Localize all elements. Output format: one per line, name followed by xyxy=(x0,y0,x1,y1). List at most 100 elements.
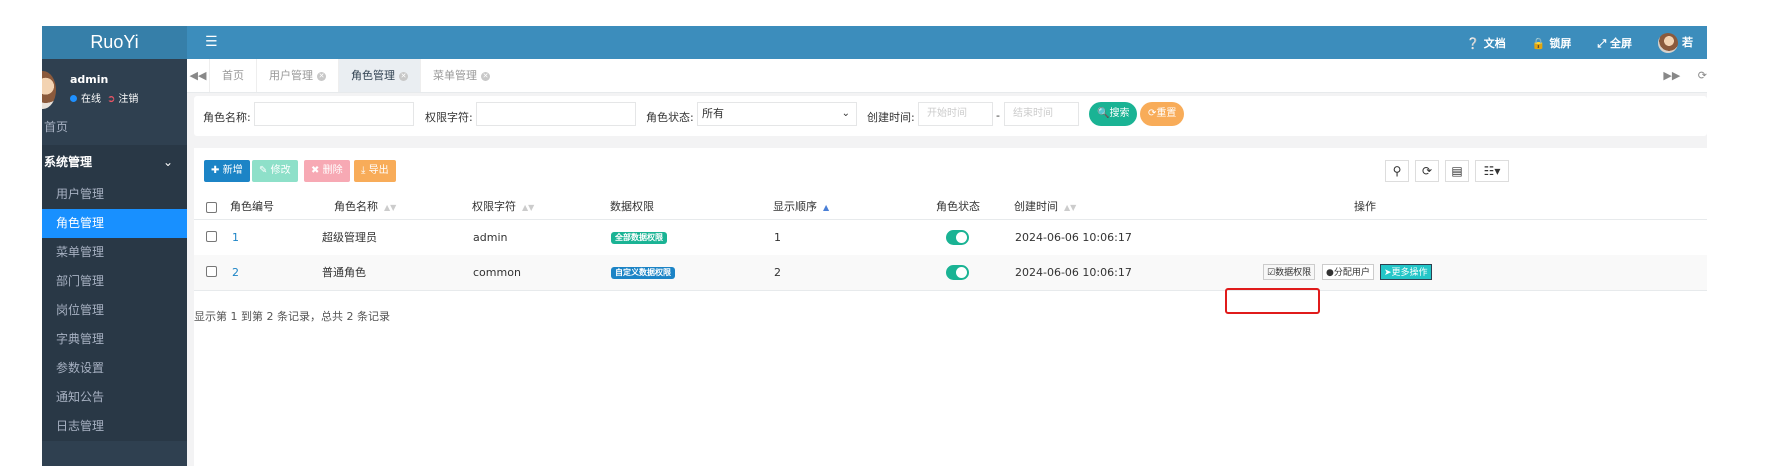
cell-role-id: 1 xyxy=(232,231,239,244)
sidebar-item-dicts[interactable]: 字典管理 xyxy=(42,325,187,354)
download-icon: ⤓ xyxy=(361,165,366,176)
sort-icon: ▲▼ xyxy=(384,203,397,212)
status-toggle[interactable] xyxy=(946,230,969,245)
cell-sort-order: 1 xyxy=(774,231,781,244)
tab-menus[interactable]: 菜单管理 ✕ xyxy=(420,59,502,92)
tab-home[interactable]: 首页 xyxy=(209,59,256,92)
start-date-input[interactable]: 开始时间 xyxy=(918,102,993,126)
cell-created: 2024-06-06 10:06:17 xyxy=(1015,266,1132,279)
tab-scroll-left-icon[interactable]: ◀◀ xyxy=(187,59,209,92)
user-panel: admin 在线 ➲ 注销 xyxy=(42,59,187,109)
close-icon[interactable]: ✕ xyxy=(317,71,326,81)
user-menu[interactable]: 若 xyxy=(1658,32,1693,53)
logout-icon: ➲ xyxy=(107,94,116,105)
columns-grid-icon[interactable]: ☷▾ xyxy=(1475,160,1509,182)
user-icon: ● xyxy=(1326,268,1334,278)
edit-button[interactable]: ✎ 修改 xyxy=(252,160,298,182)
cell-role-id: 2 xyxy=(232,266,239,279)
sidebar-item-logs[interactable]: 日志管理 xyxy=(42,412,187,441)
tab-users[interactable]: 用户管理 ✕ xyxy=(256,59,338,92)
table-row: 2 普通角色 common 自定义数据权限 2 2024-06-06 10:06… xyxy=(194,255,1707,291)
status-select-value: 所有 xyxy=(702,107,724,120)
more-actions-button[interactable]: ➤更多操作 xyxy=(1380,264,1432,280)
search-icon: 🔍 xyxy=(1097,108,1110,119)
row-checkbox[interactable] xyxy=(206,266,217,277)
sidebar: RuoYi admin 在线 ➲ 注销 首页 系统管理 ⌄ 用户管理 角色管理 菜单… xyxy=(42,26,187,466)
top-actions: ❔ 文档 🔒 锁屏 ⤢ 全屏 若 xyxy=(1466,26,1693,59)
sidebar-item-posts[interactable]: 岗位管理 xyxy=(42,296,187,325)
sort-icon: ▲▼ xyxy=(1064,203,1077,212)
col-role-key[interactable]: 权限字符 ▲▼ xyxy=(472,195,534,220)
delete-button[interactable]: ✖ 删除 xyxy=(304,160,350,182)
reset-button[interactable]: ⟳重置 xyxy=(1140,102,1185,126)
close-icon[interactable]: ✕ xyxy=(481,71,490,81)
search-button[interactable]: 🔍搜索 xyxy=(1089,102,1138,126)
sort-icon: ▲▼ xyxy=(522,203,535,212)
select-all-checkbox[interactable] xyxy=(206,202,217,213)
card-view-icon[interactable]: ▤ xyxy=(1445,160,1469,182)
check-square-icon: ☑ xyxy=(1267,268,1276,278)
chevron-down-icon: ⌄ xyxy=(841,108,850,119)
chevron-down-icon: ⌄ xyxy=(162,155,173,169)
cell-role-key: admin xyxy=(473,231,508,244)
date-separator: - xyxy=(996,109,1000,122)
col-sort-order[interactable]: 显示顺序 ▲ xyxy=(773,195,829,220)
col-role-name[interactable]: 角色名称 ▲▼ xyxy=(334,195,396,220)
status-toggle[interactable] xyxy=(946,265,969,280)
close-icon: ✖ xyxy=(311,165,320,176)
status-select[interactable]: 所有 ⌄ xyxy=(697,102,857,126)
cell-role-key: common xyxy=(473,266,521,279)
app-window: RuoYi admin 在线 ➲ 注销 首页 系统管理 ⌄ 用户管理 角色管理 菜单… xyxy=(42,26,1707,466)
cell-created: 2024-06-06 10:06:17 xyxy=(1015,231,1132,244)
assign-user-button[interactable]: ●分配用户 xyxy=(1322,264,1374,280)
col-created[interactable]: 创建时间 ▲▼ xyxy=(1014,195,1076,220)
sidebar-item-menus[interactable]: 菜单管理 xyxy=(42,238,187,267)
tab-roles[interactable]: 角色管理 ✕ xyxy=(338,59,420,92)
tab-scroll-right-icon[interactable]: ▶▶ xyxy=(1663,69,1680,82)
top-navbar: ☰ ❔ 文档 🔒 锁屏 ⤢ 全屏 若 xyxy=(187,26,1707,59)
online-dot-icon xyxy=(70,95,77,102)
sidebar-item-config[interactable]: 参数设置 xyxy=(42,354,187,383)
top-avatar xyxy=(1658,32,1678,53)
online-label: 在线 xyxy=(81,94,101,105)
perm-input[interactable] xyxy=(476,102,636,126)
row-checkbox[interactable] xyxy=(206,231,217,242)
expand-icon: ⤢ xyxy=(1597,36,1607,50)
add-button[interactable]: ✚ 新增 xyxy=(204,160,250,182)
col-data-scope: 数据权限 xyxy=(610,200,654,213)
highlight-box xyxy=(1225,288,1320,314)
end-date-input[interactable]: 结束时间 xyxy=(1004,102,1079,126)
table-panel: ✚ 新增 ✎ 修改 ✖ 删除 ⤓ 导出 ⚲ ⟳ ▤ ☷▾ 角色编号 角色名称 ▲▼… xyxy=(194,148,1707,466)
search-toggle-icon[interactable]: ⚲ xyxy=(1385,160,1409,182)
role-name-input[interactable] xyxy=(254,102,414,126)
data-scope-button[interactable]: ☑数据权限 xyxy=(1263,264,1316,280)
col-role-id[interactable]: 角色编号 xyxy=(230,195,274,219)
sidebar-item-roles[interactable]: 角色管理 xyxy=(42,209,187,238)
cell-role-name: 超级管理员 xyxy=(322,231,377,244)
avatar[interactable] xyxy=(42,71,56,109)
status-label: 角色状态: xyxy=(646,111,694,124)
logout-link[interactable]: 注销 xyxy=(118,94,138,105)
fullscreen-link[interactable]: ⤢ 全屏 xyxy=(1597,35,1632,51)
export-button[interactable]: ⤓ 导出 xyxy=(354,160,396,182)
sidebar-item-notices[interactable]: 通知公告 xyxy=(42,383,187,412)
plus-icon: ✚ xyxy=(211,165,220,176)
cell-sort-order: 2 xyxy=(774,266,781,279)
menu-toggle-icon[interactable]: ☰ xyxy=(205,34,218,50)
pagination-info: 显示第 1 到第 2 条记录，总共 2 条记录 xyxy=(194,310,390,323)
refresh-icon[interactable]: ⟳ xyxy=(1698,69,1707,82)
tabs-bar: ◀◀ 首页 用户管理 ✕ 角色管理 ✕ 菜单管理 ✕ ▶▶ ⟳ xyxy=(187,59,1707,93)
sort-asc-icon: ▲ xyxy=(823,203,830,212)
sidebar-group-system[interactable]: 系统管理 ⌄ xyxy=(42,145,187,180)
docs-link[interactable]: ❔ 文档 xyxy=(1466,35,1506,51)
sidebar-item-users[interactable]: 用户管理 xyxy=(42,180,187,209)
edit-icon: ✎ xyxy=(259,165,268,176)
sidebar-item-depts[interactable]: 部门管理 xyxy=(42,267,187,296)
close-icon[interactable]: ✕ xyxy=(399,71,408,81)
tab-right-controls: ▶▶ ⟳ xyxy=(1663,59,1707,92)
refresh-icon[interactable]: ⟳ xyxy=(1415,160,1439,182)
sidebar-item-home[interactable]: 首页 xyxy=(42,109,187,145)
col-status: 角色状态 xyxy=(936,200,980,213)
lock-link[interactable]: 🔒 锁屏 xyxy=(1532,35,1572,51)
app-logo[interactable]: RuoYi xyxy=(42,26,187,59)
